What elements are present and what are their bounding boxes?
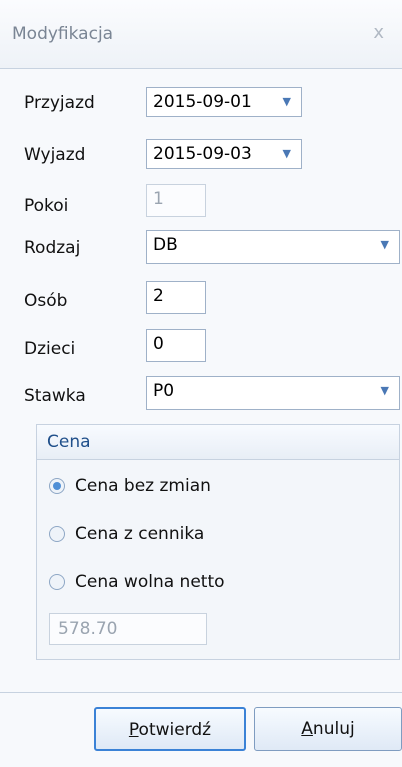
cena-group-header: Cena bbox=[37, 425, 399, 460]
stawka-value: P0 bbox=[153, 381, 175, 401]
chevron-down-icon[interactable]: ▼ bbox=[381, 231, 389, 259]
confirm-label: otwierdź bbox=[138, 720, 212, 740]
osob-value: 2 bbox=[153, 286, 164, 306]
cena-wolna-netto-field: 578.70 bbox=[49, 613, 207, 645]
radio-cena-z-cennika[interactable]: Cena z cennika bbox=[49, 521, 204, 547]
close-icon[interactable]: x bbox=[373, 22, 384, 43]
chevron-down-icon[interactable]: ▼ bbox=[283, 88, 291, 116]
rodzaj-value: DB bbox=[153, 235, 178, 255]
netto-value: 578.70 bbox=[58, 619, 118, 639]
dzieci-value: 0 bbox=[153, 334, 164, 354]
cena-group: Cena Cena bez zmian Cena z cennika Cena … bbox=[36, 424, 400, 660]
radio-label: Cena wolna netto bbox=[75, 572, 225, 592]
cancel-mnemonic: A bbox=[301, 719, 313, 739]
dzieci-input[interactable]: 0 bbox=[146, 329, 206, 362]
radio-label: Cena z cennika bbox=[75, 524, 205, 544]
radio-cena-bez-zmian[interactable]: Cena bez zmian bbox=[49, 473, 211, 499]
przyjazd-date-picker[interactable]: 2015-09-01 ▼ bbox=[146, 87, 302, 117]
confirm-button[interactable]: Potwierdź bbox=[94, 707, 246, 751]
radio-cena-wolna-netto[interactable]: Cena wolna netto bbox=[49, 569, 225, 595]
window-title: Modyfikacja bbox=[12, 24, 114, 44]
radio-label: Cena bez zmian bbox=[75, 476, 211, 496]
cancel-label: nuluj bbox=[312, 719, 355, 739]
radio-unchecked-icon[interactable] bbox=[49, 574, 65, 590]
pokoi-value: 1 bbox=[153, 189, 164, 209]
wyjazd-date-picker[interactable]: 2015-09-03 ▼ bbox=[146, 139, 302, 169]
osob-input[interactable]: 2 bbox=[146, 281, 206, 314]
cancel-button[interactable]: Anuluj bbox=[254, 707, 402, 751]
confirm-mnemonic: P bbox=[128, 720, 139, 740]
wyjazd-value: 2015-09-03 bbox=[153, 144, 252, 164]
radio-unchecked-icon[interactable] bbox=[49, 526, 65, 542]
przyjazd-value: 2015-09-01 bbox=[153, 92, 252, 112]
titlebar: Modyfikacja x bbox=[0, 0, 402, 69]
stawka-select[interactable]: P0 ▼ bbox=[146, 376, 400, 410]
osob-label: Osób bbox=[24, 291, 68, 311]
dialog-window: Modyfikacja x Przyjazd 2015-09-01 ▼ Wyja… bbox=[0, 0, 402, 767]
radio-checked-icon[interactable] bbox=[49, 478, 65, 494]
pokoi-label: Pokoi bbox=[24, 196, 69, 216]
chevron-down-icon[interactable]: ▼ bbox=[381, 377, 389, 405]
przyjazd-label: Przyjazd bbox=[24, 93, 95, 113]
stawka-label: Stawka bbox=[24, 386, 86, 406]
cena-group-title: Cena bbox=[47, 432, 91, 452]
wyjazd-label: Wyjazd bbox=[24, 145, 86, 165]
rodzaj-select[interactable]: DB ▼ bbox=[146, 230, 400, 264]
rodzaj-label: Rodzaj bbox=[24, 238, 81, 258]
dzieci-label: Dzieci bbox=[24, 339, 76, 359]
chevron-down-icon[interactable]: ▼ bbox=[283, 140, 291, 168]
footer-divider bbox=[0, 692, 402, 693]
pokoi-field: 1 bbox=[146, 184, 206, 217]
